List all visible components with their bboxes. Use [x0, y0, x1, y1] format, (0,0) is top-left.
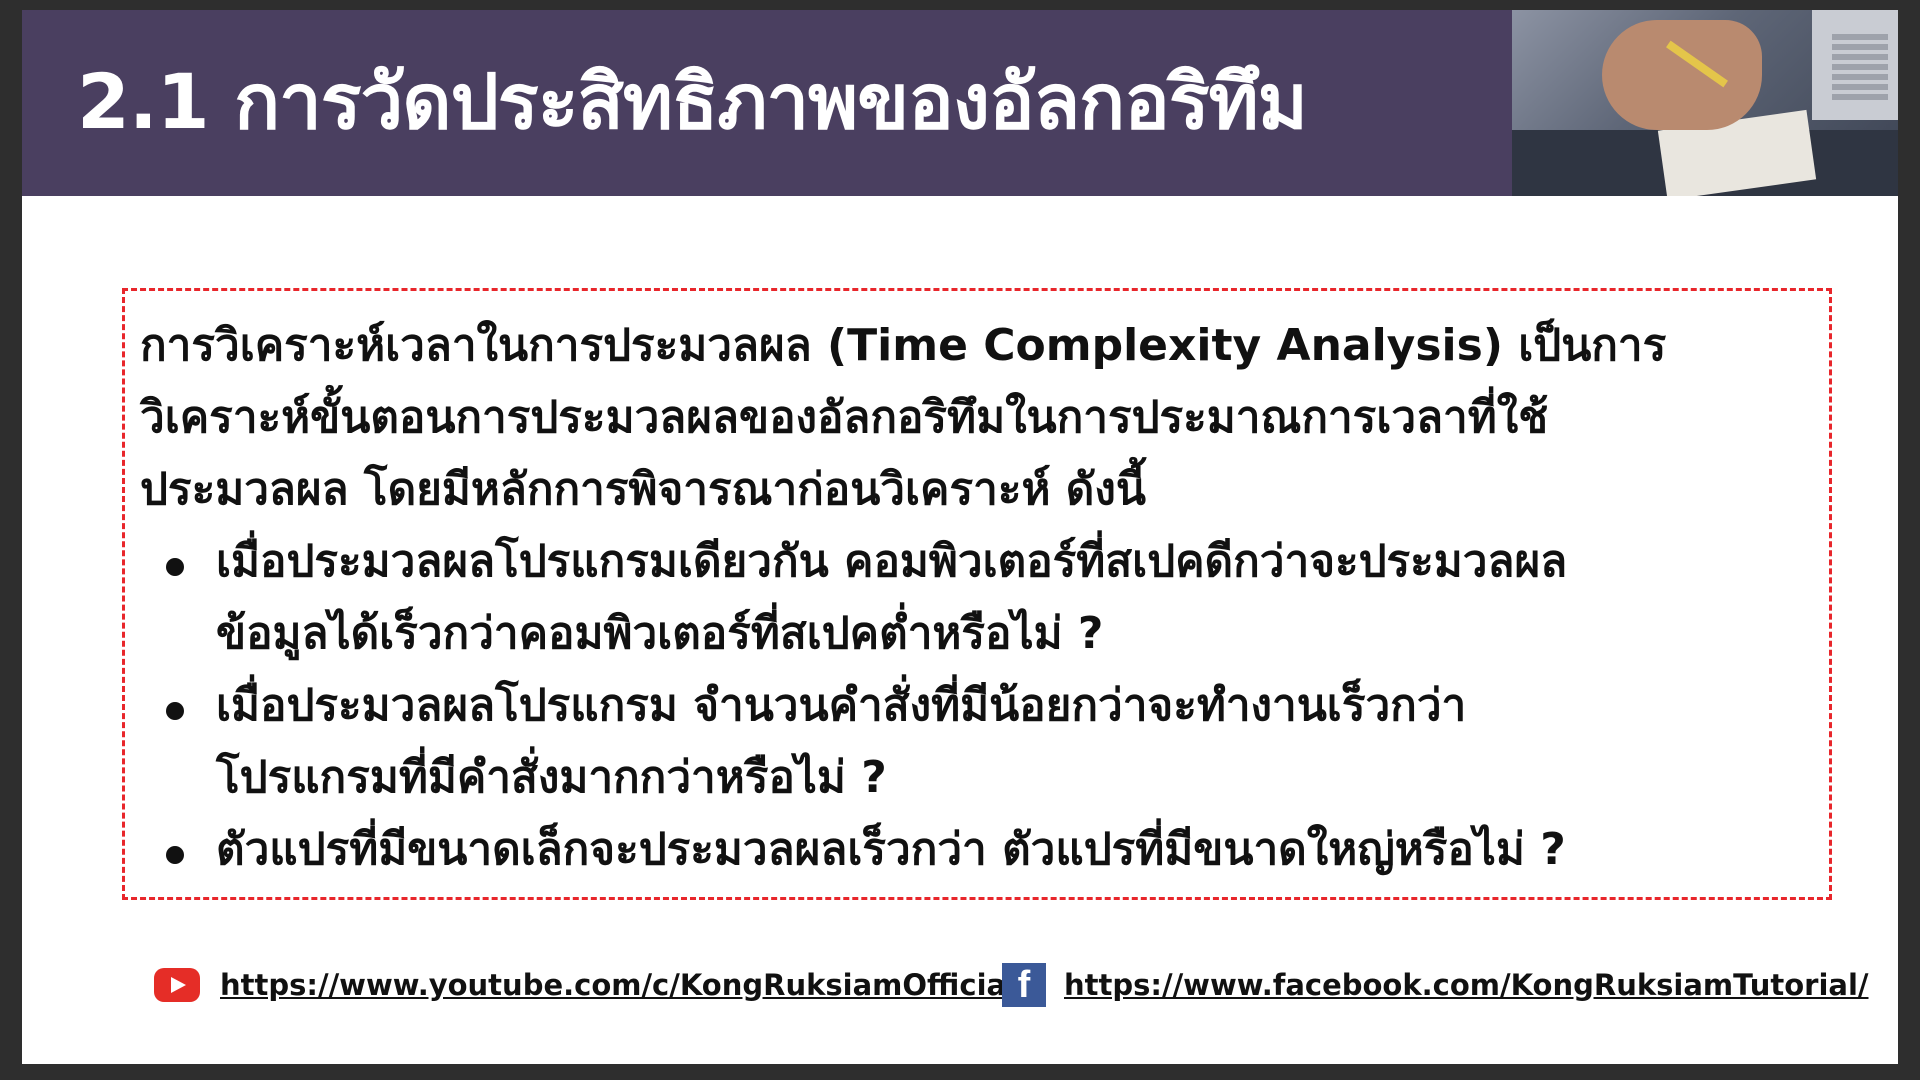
photo-arm [1602, 20, 1762, 130]
slide: 2.1 การวัดประสิทธิภาพของอัลกอริทึม การวิ… [22, 10, 1898, 1064]
bullet-line: เมื่อประมวลผลโปรแกรมเดียวกัน คอมพิวเตอร์… [216, 536, 1568, 587]
intro-line: ประมวลผล โดยมีหลักการพิจารณาก่อนวิเคราะห… [140, 464, 1146, 515]
content-text: การวิเคราะห์เวลาในการประมวลผล (Time Comp… [140, 310, 1820, 886]
header-bar: 2.1 การวัดประสิทธิภาพของอัลกอริทึม [22, 10, 1898, 196]
bullet-dot-icon [166, 702, 184, 720]
bullet-dot-icon [166, 558, 184, 576]
facebook-icon[interactable]: f [1002, 963, 1046, 1007]
list-item: เมื่อประมวลผลโปรแกรมเดียวกัน คอมพิวเตอร์… [140, 526, 1820, 670]
bullet-line: โปรแกรมที่มีคำสั่งมากกว่าหรือไม่ ? [216, 752, 887, 803]
bullet-line: ข้อมูลได้เร็วกว่าคอมพิวเตอร์ที่สเปคต่ำหร… [216, 608, 1104, 659]
page-title: 2.1 การวัดประสิทธิภาพของอัลกอริทึม [77, 57, 1308, 146]
header-photo [1512, 10, 1898, 196]
facebook-footer: f https://www.facebook.com/KongRuksiamTu… [1002, 960, 1869, 1010]
youtube-icon[interactable] [154, 968, 200, 1002]
bullet-list: เมื่อประมวลผลโปรแกรมเดียวกัน คอมพิวเตอร์… [140, 526, 1820, 886]
list-item: ตัวแปรที่มีขนาดเล็กจะประมวลผลเร็วกว่า ตั… [140, 814, 1820, 886]
bullet-line: เมื่อประมวลผลโปรแกรม จำนวนคำสั่งที่มีน้อ… [216, 680, 1467, 731]
list-item: เมื่อประมวลผลโปรแกรม จำนวนคำสั่งที่มีน้อ… [140, 670, 1820, 814]
youtube-link[interactable]: https://www.youtube.com/c/KongRuksiamOff… [220, 968, 1027, 1002]
youtube-footer: https://www.youtube.com/c/KongRuksiamOff… [154, 960, 1027, 1010]
facebook-link[interactable]: https://www.facebook.com/KongRuksiamTuto… [1064, 968, 1869, 1002]
intro-line: วิเคราะห์ขั้นตอนการประมวลผลของอัลกอริทึม… [140, 392, 1549, 443]
intro-line: การวิเคราะห์เวลาในการประมวลผล (Time Comp… [140, 320, 1667, 371]
bullet-line: ตัวแปรที่มีขนาดเล็กจะประมวลผลเร็วกว่า ตั… [216, 824, 1566, 875]
bullet-dot-icon [166, 846, 184, 864]
photo-laptop-keys [1832, 30, 1888, 100]
